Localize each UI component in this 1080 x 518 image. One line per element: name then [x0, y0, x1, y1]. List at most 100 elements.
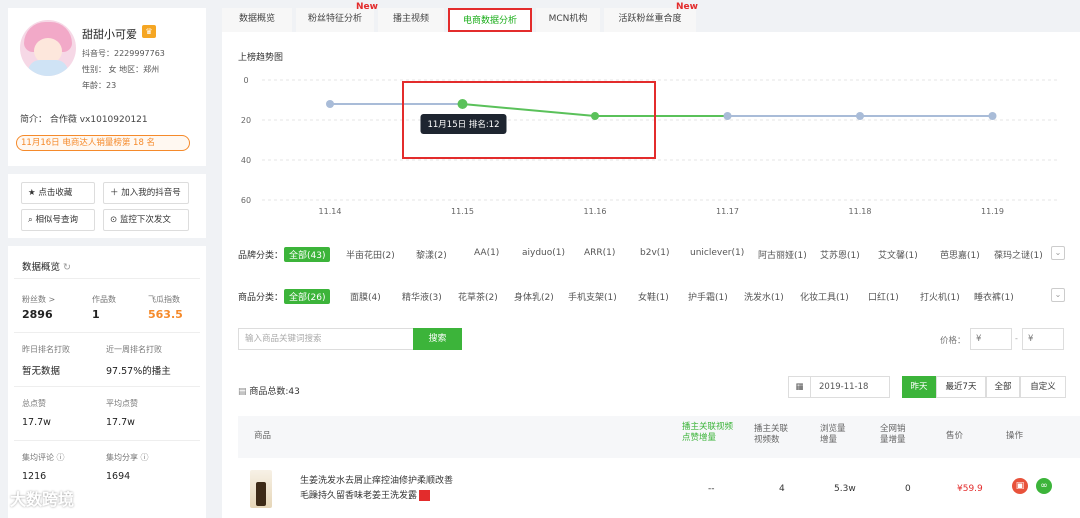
data-point	[856, 112, 864, 120]
new-badge: New	[676, 2, 698, 12]
brand-chip[interactable]: AA(1)	[474, 248, 499, 258]
col-video-count[interactable]: 播主关联视频数	[754, 424, 796, 446]
product-chip[interactable]: 化妆工具(1)	[800, 290, 849, 303]
profile-intro: 简介： 合作薇 vx1010920121	[20, 115, 148, 125]
product-chip[interactable]: 打火机(1)	[920, 290, 960, 303]
brand-chip[interactable]: aiyduo(1)	[522, 248, 565, 258]
search-button[interactable]: 搜索	[413, 328, 462, 350]
product-image[interactable]	[250, 470, 272, 508]
x-tick-label: 11.14	[319, 207, 342, 216]
yesterday-rank-value: 暂无数据	[22, 366, 61, 377]
y-tick-label: 40	[241, 156, 251, 165]
brand-chip[interactable]: b2v(1)	[640, 248, 670, 258]
col-sales[interactable]: 全网销量增量	[880, 424, 912, 446]
product-chip[interactable]: 面膜(4)	[350, 290, 381, 303]
table-header: 商品 播主关联视频点赞增量 播主关联视频数 浏览量增量 全网销量增量 售价 操作	[238, 416, 1080, 458]
product-chip[interactable]: 精华液(3)	[402, 290, 442, 303]
brand-chip[interactable]: 黎漾(2)	[416, 248, 447, 261]
works-value: 1	[92, 308, 100, 321]
col-video-likes[interactable]: 播主关联视频点赞增量	[682, 422, 740, 444]
product-chip[interactable]: 女鞋(1)	[638, 290, 669, 303]
brand-chip[interactable]: 艾文馨(1)	[878, 248, 918, 261]
product-chip[interactable]: 护手霜(1)	[688, 290, 728, 303]
chevron-down-icon[interactable]: ⌄	[1051, 246, 1065, 260]
brand-chip[interactable]: 半亩花田(2)	[346, 248, 395, 261]
chevron-down-icon[interactable]: ⌄	[1051, 288, 1065, 302]
date-7days-button[interactable]: 最近7天	[936, 376, 986, 398]
product-chip[interactable]: 花草茶(2)	[458, 290, 498, 303]
product-title-2[interactable]: 毛躁持久留香味老姜王洗发露	[300, 488, 431, 501]
y-tick-label: 20	[241, 116, 251, 125]
fans-label[interactable]: 粉丝数 >	[22, 294, 55, 305]
price-dash: -	[1015, 334, 1018, 343]
date-picker[interactable]: ▦ 2019-11-18	[788, 376, 890, 398]
tmall-icon	[419, 490, 431, 501]
product-chip[interactable]: 睡衣裤(1)	[974, 290, 1014, 303]
index-label: 飞瓜指数	[148, 295, 180, 304]
monitor-button[interactable]: ⊙ 监控下次发文	[103, 209, 189, 231]
comments-label: 集均评论 ⓘ	[22, 453, 65, 462]
product-chip[interactable]: 洗发水(1)	[744, 290, 784, 303]
data-point	[988, 112, 997, 120]
comments-value: 1216	[22, 471, 47, 482]
box-icon: ▤	[238, 387, 250, 397]
brand-filter-label: 品牌分类：	[238, 251, 284, 261]
x-tick-label: 11.17	[716, 207, 739, 216]
price-max-input[interactable]: ¥	[1022, 328, 1064, 350]
similar-search-button[interactable]: ⌕ 相似号查询	[21, 209, 95, 231]
col-price[interactable]: 售价	[946, 431, 963, 442]
x-tick-label: 11.18	[849, 207, 872, 216]
product-filter-label: 商品分类：	[238, 293, 284, 303]
price-min-input[interactable]: ¥	[970, 328, 1012, 350]
brand-chip[interactable]: ARR(1)	[584, 248, 615, 258]
tab-videos[interactable]: 播主视频	[378, 8, 444, 32]
monitor-label: 监控下次发文	[119, 215, 171, 225]
add-douyin-button[interactable]: ＋ 加入我的抖音号	[103, 182, 189, 204]
index-value: 563.5	[148, 308, 183, 321]
chart-title: 上榜趋势图	[238, 53, 284, 63]
tab-overview[interactable]: 数据概览	[222, 8, 292, 32]
y-tick-label: 60	[241, 196, 251, 205]
brand-chip[interactable]: 阿古丽娅(1)	[758, 248, 807, 261]
watermark: 大数跨境	[10, 490, 75, 509]
store-icon[interactable]: ▣	[1012, 478, 1028, 494]
x-tick-label: 11.19	[981, 207, 1004, 216]
collect-button[interactable]: ★ 点击收藏	[21, 182, 95, 204]
product-chip[interactable]: 全部(26)	[284, 289, 331, 304]
likes-value: 17.7w	[22, 417, 51, 428]
brand-chip[interactable]: 葆玛之谜(1)	[994, 248, 1043, 261]
product-chip[interactable]: 身体乳(2)	[514, 290, 554, 303]
fans-value: 2896	[22, 308, 53, 321]
date-yesterday-button[interactable]: 昨天	[902, 376, 936, 398]
product-title-1[interactable]: 生姜洗发水去屑止痒控油修护柔顺改善	[300, 473, 453, 486]
row-price: ¥59.9	[957, 484, 983, 494]
brand-chip[interactable]: 全部(43)	[284, 247, 331, 262]
col-views[interactable]: 浏览量增量	[820, 424, 852, 446]
row-videos: 4	[779, 484, 785, 494]
tab-ecommerce[interactable]: 电商数据分析	[448, 8, 532, 32]
y-tick-label: 0	[243, 76, 248, 85]
product-search-input[interactable]: 输入商品关键词搜索	[238, 328, 414, 350]
avg-likes-value: 17.7w	[106, 417, 135, 428]
avg-likes-label: 平均点赞	[106, 399, 138, 408]
brand-chip[interactable]: 艾苏恩(1)	[820, 248, 860, 261]
refresh-icon[interactable]: ↻	[63, 262, 71, 273]
link-icon[interactable]: ∞	[1036, 478, 1052, 494]
date-custom-button[interactable]: 自定义	[1020, 376, 1066, 398]
brand-chip[interactable]: 芭思嘉(1)	[940, 248, 980, 261]
shares-label: 集均分享 ⓘ	[106, 453, 149, 462]
product-chip[interactable]: 手机支架(1)	[568, 290, 617, 303]
rank-text: 11月16日 电商达人销量榜第 18 名	[21, 138, 156, 148]
brand-chip[interactable]: uniclever(1)	[690, 248, 744, 258]
date-all-button[interactable]: 全部	[986, 376, 1020, 398]
data-point	[723, 112, 732, 120]
week-rank-label: 近一周排名打败	[106, 345, 162, 354]
product-chip[interactable]: 口红(1)	[868, 290, 899, 303]
week-rank-value: 97.57%的播主	[106, 366, 171, 377]
data-point	[326, 100, 334, 108]
rank-badge[interactable]: 11月16日 电商达人销量榜第 18 名	[16, 135, 190, 151]
tab-mcn[interactable]: MCN机构	[536, 8, 600, 32]
x-tick-label: 11.16	[584, 207, 607, 216]
products-total: ▤ 商品总数:43	[238, 384, 300, 397]
col-actions: 操作	[1006, 431, 1024, 441]
